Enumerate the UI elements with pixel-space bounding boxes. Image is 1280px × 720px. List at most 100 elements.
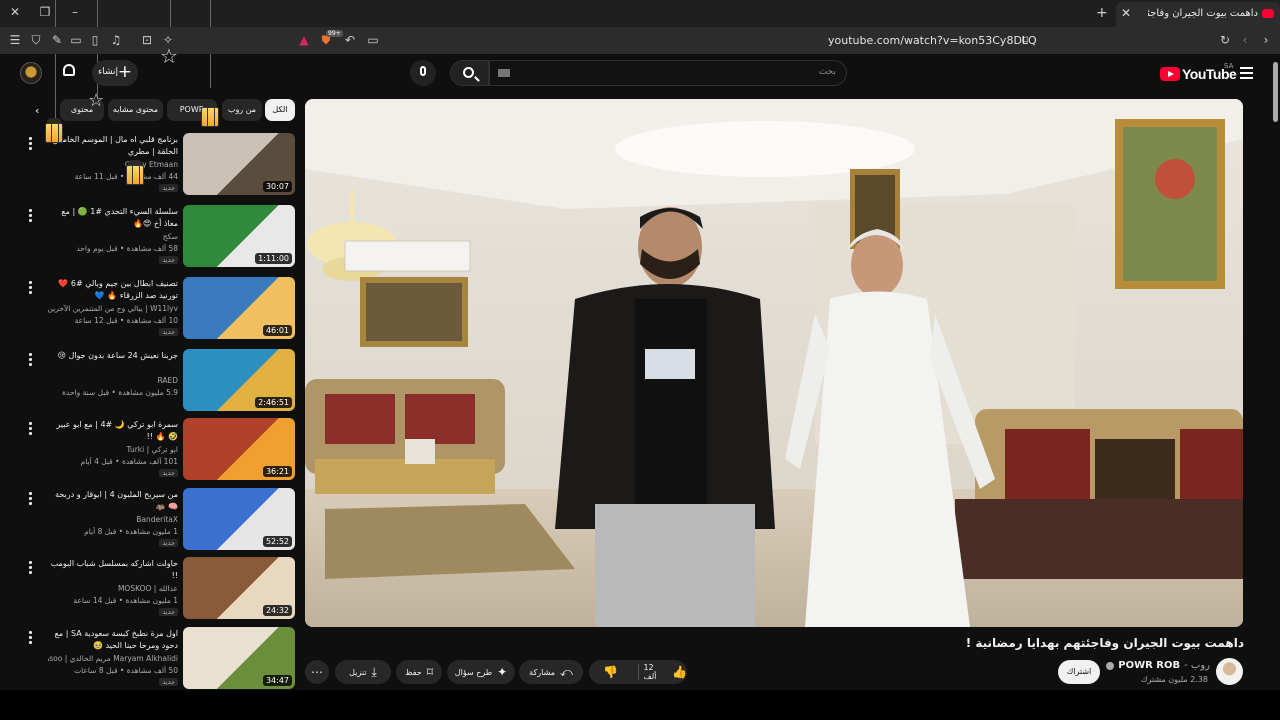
recommendation-item[interactable]: 36:21 سمرة ابو تركي 🌙 #4 | مع ابو عبير 🤣… xyxy=(20,418,296,482)
recommendation-item[interactable]: 52:52 من سيربح الملبون 4 | ابوقار و دربح… xyxy=(20,488,296,552)
close-window-icon[interactable]: ✕ xyxy=(8,5,22,19)
more-vertical-icon[interactable] xyxy=(29,422,33,437)
reader-mode-icon[interactable]: ▭ xyxy=(366,33,380,47)
recommendation-channel[interactable]: RAED xyxy=(48,376,178,385)
share-button[interactable]: مشاركة ⤺ xyxy=(519,660,583,684)
tabs-icon[interactable]: ▭ xyxy=(69,33,83,47)
bookmark-icon[interactable]: ⌑ xyxy=(1018,33,1032,47)
save-button[interactable]: حفظ ⌑ xyxy=(396,660,442,684)
browser-tab-youtube[interactable]: ✕ داهمت بيوت الجيران وفاجئتهم ب xyxy=(1116,2,1280,27)
recommendation-channel[interactable]: عدالله | MOSKOO xyxy=(48,584,178,593)
recommendation-item[interactable]: 1:11:00 سلسلة السيء التحدي #1 🟢 | مع معا… xyxy=(20,205,296,269)
recommendation-item[interactable]: 2:46:51 جربنا نعيش 24 ساعة بدون جوال 😢 R… xyxy=(20,349,296,413)
shield-icon[interactable]: ⛉ xyxy=(29,33,43,47)
recommendation-item[interactable]: 24:32 حاولت اشاركه بمسلسل شباب البومب !!… xyxy=(20,557,296,621)
channel-name[interactable]: POWR ROB xyxy=(1118,660,1180,671)
recommendation-channel[interactable]: W11lyv | يبالي وج من المتنمرين الآخرين xyxy=(48,304,178,313)
subscribe-button[interactable]: اشتراك xyxy=(1058,660,1100,684)
download-label: تنزيل xyxy=(349,667,367,677)
recommendation-title[interactable]: من سيربح الملبون 4 | ابوقار و دربحة 🧠 🦛 xyxy=(48,489,178,513)
chip-from-rob[interactable]: من روب xyxy=(222,99,262,121)
create-button[interactable]: إنشاء + xyxy=(92,60,138,86)
screenshot-icon[interactable]: ⊡ xyxy=(140,33,154,47)
video-thumbnail[interactable]: 36:21 xyxy=(183,418,295,480)
more-vertical-icon[interactable] xyxy=(29,353,33,368)
guide-menu-icon[interactable] xyxy=(1240,67,1253,82)
maximize-window-icon[interactable]: ❐ xyxy=(38,5,52,19)
video-thumbnail[interactable]: 24:32 xyxy=(183,557,295,619)
recommendation-title[interactable]: اول مرة نطبخ كبسة سعودية SA | مع دحود وم… xyxy=(48,628,178,652)
new-tab-icon[interactable]: + xyxy=(1096,5,1108,21)
download-button[interactable]: تنزيل ⤓ xyxy=(335,660,391,684)
more-horizontal-icon: ⋯ xyxy=(311,665,323,679)
menu-icon[interactable]: ☰ xyxy=(8,33,22,47)
share-page-icon[interactable]: ↶ xyxy=(343,33,357,47)
extensions-icon[interactable]: ✎ xyxy=(50,33,64,47)
sidebar-icon[interactable]: ▯ xyxy=(88,33,102,47)
chip-related[interactable]: محتوى مشابه xyxy=(108,99,163,121)
video-thumbnail[interactable]: 2:46:51 xyxy=(183,349,295,411)
more-vertical-icon[interactable] xyxy=(29,209,33,224)
more-actions-button[interactable]: ⋯ xyxy=(305,660,329,684)
video-thumbnail[interactable]: 34:47 xyxy=(183,627,295,689)
video-thumbnail[interactable]: 52:52 xyxy=(183,488,295,550)
plus-icon: + xyxy=(117,62,132,82)
recommendation-channel[interactable]: BanderitaX xyxy=(48,515,178,524)
recommendation-channel[interactable]: Qalby Etmaan xyxy=(48,160,178,169)
search-input[interactable]: بحث xyxy=(489,60,847,86)
account-avatar[interactable] xyxy=(20,62,42,84)
recommendation-channel[interactable]: Maryam Alkhalidi مريم الخالدي | Asoo اسو xyxy=(48,654,178,663)
recommendation-title[interactable]: حاولت اشاركه بمسلسل شباب البومب !! xyxy=(48,558,178,582)
notifications-bell-icon[interactable] xyxy=(62,64,76,78)
recommendation-item[interactable]: 34:47 اول مرة نطبخ كبسة سعودية SA | مع د… xyxy=(20,627,296,691)
more-vertical-icon[interactable] xyxy=(29,561,33,576)
music-icon[interactable]: ♫ xyxy=(109,33,123,47)
like-button[interactable]: 12 ألف 👍 xyxy=(643,663,687,681)
video-duration: 24:32 xyxy=(262,605,292,616)
recommendation-title[interactable]: سمرة ابو تركي 🌙 #4 | مع ابو عبير 🤣 🔥 !! xyxy=(48,419,178,443)
video-duration: 30:07 xyxy=(262,181,292,192)
youtube-logo[interactable]: YouTube SA xyxy=(1160,62,1237,82)
video-thumbnail[interactable]: 30:07 xyxy=(183,133,295,195)
recommendation-item[interactable]: 46:01 تصنيف ابطال بين جيم وبالي #6 ❤️ تو… xyxy=(20,277,296,341)
close-tab-icon[interactable]: ✕ xyxy=(1121,6,1131,20)
recommendation-title[interactable]: جربنا نعيش 24 ساعة بدون جوال 😢 xyxy=(48,350,178,374)
forward-icon[interactable]: › xyxy=(1259,33,1273,47)
back-icon[interactable]: ‹ xyxy=(1238,33,1252,47)
lantern-decoration xyxy=(125,160,145,188)
chip-scroll-left-icon[interactable]: ‹ xyxy=(35,104,39,117)
dislike-button[interactable]: 👎 xyxy=(589,666,633,678)
reload-icon[interactable]: ↻ xyxy=(1218,33,1232,47)
thumbs-down-icon: 👎 xyxy=(603,665,619,679)
sparkle-icon: ✦ xyxy=(497,665,508,679)
more-vertical-icon[interactable] xyxy=(29,631,33,646)
voice-search-button[interactable] xyxy=(410,60,436,86)
recommendation-title[interactable]: برنامج قلبي اه مال | الموسم الخامس الحلق… xyxy=(48,134,178,158)
minimize-window-icon[interactable]: – xyxy=(68,5,82,19)
more-vertical-icon[interactable] xyxy=(29,492,33,507)
ask-button[interactable]: طرح سؤال ✦ xyxy=(447,660,515,684)
video-player[interactable] xyxy=(305,99,1243,627)
chip-all[interactable]: الكل xyxy=(265,99,295,121)
video-thumbnail[interactable]: 1:11:00 xyxy=(183,205,295,267)
channel-name-row[interactable]: روب - POWR ROB xyxy=(1106,660,1210,671)
search-button[interactable] xyxy=(450,60,489,86)
recommendation-channel[interactable]: سكج xyxy=(48,232,178,241)
new-badge: جديد xyxy=(159,608,178,616)
page-scrollbar[interactable] xyxy=(1270,54,1280,690)
address-bar[interactable]: youtube.com/watch?v=kon53Cy8DLQ xyxy=(828,34,1037,47)
warning-icon[interactable]: ▲ xyxy=(297,33,311,47)
keyboard-icon[interactable] xyxy=(498,69,510,77)
recommendation-title[interactable]: تصنيف ابطال بين جيم وبالي #6 ❤️ تورنيد ص… xyxy=(48,278,178,302)
more-vertical-icon[interactable] xyxy=(29,137,33,152)
lantern-decoration xyxy=(200,102,220,130)
channel-avatar[interactable] xyxy=(1216,658,1243,685)
recommendation-meta: 1 مليون مشاهدة • قبل 8 أيام xyxy=(84,527,178,536)
recommendation-channel[interactable]: ابو تركي | Turki xyxy=(48,445,179,454)
youtube-favicon-icon xyxy=(1262,9,1274,18)
recommendation-title[interactable]: سلسلة السيء التحدي #1 🟢 | مع معاذ أخ 😍🔥 xyxy=(48,206,178,230)
recommendation-meta: 58 ألف مشاهدة • قبل يوم واحد xyxy=(76,244,178,253)
tab-title: داهمت بيوت الجيران وفاجئتهم ب xyxy=(1148,8,1258,19)
video-thumbnail[interactable]: 46:01 xyxy=(183,277,295,339)
more-vertical-icon[interactable] xyxy=(29,281,33,296)
